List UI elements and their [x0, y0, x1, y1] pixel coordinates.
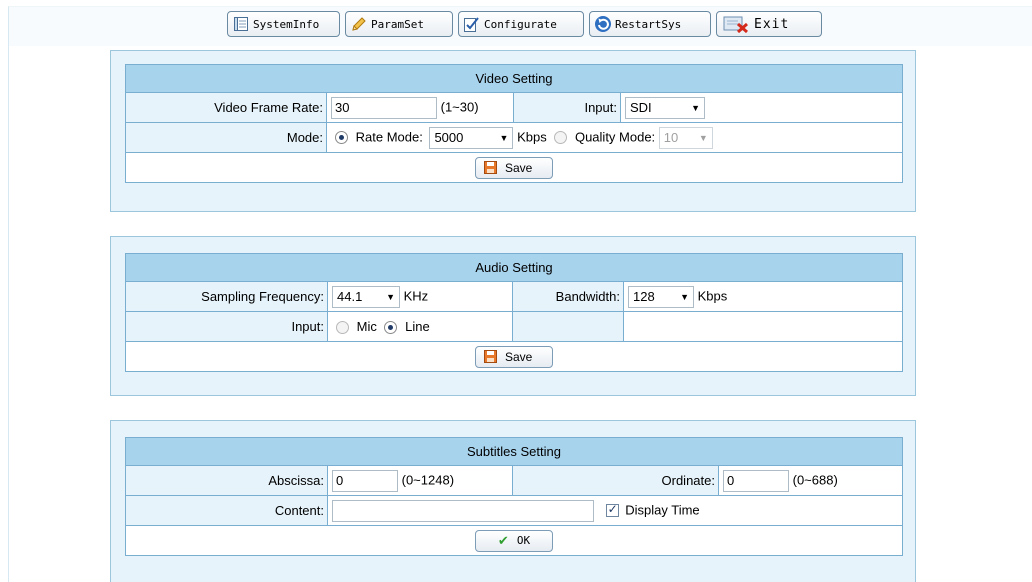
abscissa-label: Abscissa: [125, 465, 328, 496]
mic-label: Mic [356, 318, 377, 334]
subtitles-setting-table: Subtitles Setting Abscissa: (0~1248) Ord… [125, 437, 903, 556]
checkmark-icon: ✔ [497, 532, 509, 548]
audio-setting-title: Audio Setting [125, 253, 903, 282]
audio-input-label: Input: [125, 311, 328, 342]
abscissa-input[interactable] [332, 469, 398, 492]
bandwidth-unit: Kbps [697, 287, 728, 303]
toolbar: SystemInfo ParamSet Configurate RestartS… [0, 0, 1032, 46]
subtitles-setting-title: Subtitles Setting [125, 437, 903, 466]
video-frame-rate-input[interactable] [331, 96, 437, 119]
quality-value: 10 [663, 130, 679, 145]
video-setting-title: Video Setting [125, 64, 903, 93]
abscissa-range: (0~1248) [401, 471, 455, 487]
chevron-down-icon: ▼ [386, 291, 395, 302]
content-cell: Display Time [327, 495, 903, 526]
subtitles-ok-label: OK [516, 534, 531, 547]
video-mode-cell: Rate Mode: 5000 ▼ Kbps Quality Mode: 10 … [326, 122, 903, 153]
ordinate-label: Ordinate: [512, 465, 719, 496]
floppy-disk-icon [484, 161, 497, 174]
video-mode-label: Mode: [125, 122, 327, 153]
bandwidth-select[interactable]: 128 ▼ [628, 285, 694, 308]
bandwidth-value: 128 [633, 289, 655, 304]
system-info-button[interactable]: SystemInfo [227, 11, 340, 37]
subtitles-ok-cell: ✔ OK [125, 525, 903, 556]
ordinate-input[interactable] [723, 469, 789, 492]
display-time-label: Display Time [625, 501, 700, 517]
quality-mode-label: Quality Mode: [574, 128, 656, 144]
video-save-button[interactable]: Save [475, 156, 553, 179]
bandwidth-label: Bandwidth: [512, 281, 624, 312]
document-list-icon [232, 15, 250, 33]
video-input-label: Input: [513, 92, 621, 123]
param-set-label: ParamSet [371, 17, 424, 31]
audio-setting-panel: Audio Setting Sampling Frequency: 44.1 ▼… [110, 236, 916, 396]
abscissa-cell: (0~1248) [327, 465, 513, 496]
video-input-cell: SDI ▼ [620, 92, 903, 123]
chevron-down-icon: ▼ [698, 132, 708, 143]
sampling-frequency-value: 44.1 [337, 289, 363, 304]
line-radio[interactable] [384, 321, 398, 335]
chevron-down-icon: ▼ [691, 102, 700, 113]
subtitles-setting-panel: Subtitles Setting Abscissa: (0~1248) Ord… [110, 420, 916, 582]
audio-save-cell: Save [125, 341, 903, 372]
rate-mode-label: Rate Mode: [355, 128, 423, 144]
refresh-icon [594, 15, 612, 33]
sampling-frequency-unit: KHz [403, 287, 429, 303]
floppy-disk-icon [484, 350, 497, 363]
video-input-value: SDI [630, 100, 652, 115]
display-time-checkbox[interactable] [605, 502, 619, 517]
ordinate-cell: (0~688) [718, 465, 903, 496]
exit-icon [721, 15, 751, 33]
video-setting-table: Video Setting Video Frame Rate: (1~30) I… [125, 64, 903, 183]
pencil-icon [350, 15, 368, 33]
audio-save-button[interactable]: Save [475, 345, 553, 368]
restart-sys-label: RestartSys [615, 17, 682, 31]
video-save-cell: Save [125, 152, 903, 183]
configurate-label: Configurate [484, 17, 557, 31]
audio-save-label: Save [505, 349, 533, 364]
audio-setting-table: Audio Setting Sampling Frequency: 44.1 ▼… [125, 253, 903, 372]
sampling-frequency-select[interactable]: 44.1 ▼ [332, 285, 400, 308]
quality-value-select[interactable]: 10 ▼ [658, 126, 713, 149]
subtitles-ok-button[interactable]: ✔ OK [475, 529, 553, 552]
param-set-button[interactable]: ParamSet [345, 11, 453, 37]
ordinate-range: (0~688) [792, 471, 838, 487]
sampling-frequency-label: Sampling Frequency: [125, 281, 328, 312]
content-input[interactable] [332, 499, 594, 522]
rate-value: 5000 [434, 130, 464, 145]
video-frame-rate-cell: (1~30) [326, 92, 514, 123]
exit-button[interactable]: Exit [716, 11, 822, 37]
chevron-down-icon: ▼ [499, 132, 509, 143]
audio-empty-label-cell [512, 311, 624, 342]
system-info-label: SystemInfo [253, 17, 320, 31]
video-setting-panel: Video Setting Video Frame Rate: (1~30) I… [110, 50, 916, 212]
rate-value-select[interactable]: 5000 ▼ [429, 126, 514, 149]
mic-radio[interactable] [336, 321, 349, 335]
rate-mode-radio[interactable] [335, 131, 348, 144]
rate-unit: Kbps [517, 128, 547, 144]
checklist-icon [463, 15, 481, 33]
sampling-frequency-cell: 44.1 ▼ KHz [327, 281, 513, 312]
video-save-label: Save [505, 160, 533, 175]
quality-mode-radio[interactable] [554, 131, 568, 144]
restart-sys-button[interactable]: RestartSys [589, 11, 711, 37]
audio-empty-value-cell [623, 311, 903, 342]
chevron-down-icon: ▼ [680, 291, 689, 302]
configurate-button[interactable]: Configurate [458, 11, 584, 37]
video-input-select[interactable]: SDI ▼ [625, 96, 705, 119]
content-label: Content: [125, 495, 328, 526]
bandwidth-cell: 128 ▼ Kbps [623, 281, 903, 312]
video-frame-rate-label: Video Frame Rate: [125, 92, 327, 123]
line-label: Line [405, 318, 430, 334]
video-frame-rate-range: (1~30) [440, 98, 479, 114]
audio-input-cell: Mic Line [327, 311, 513, 342]
page-frame-line [8, 44, 9, 582]
exit-label: Exit [754, 16, 790, 32]
